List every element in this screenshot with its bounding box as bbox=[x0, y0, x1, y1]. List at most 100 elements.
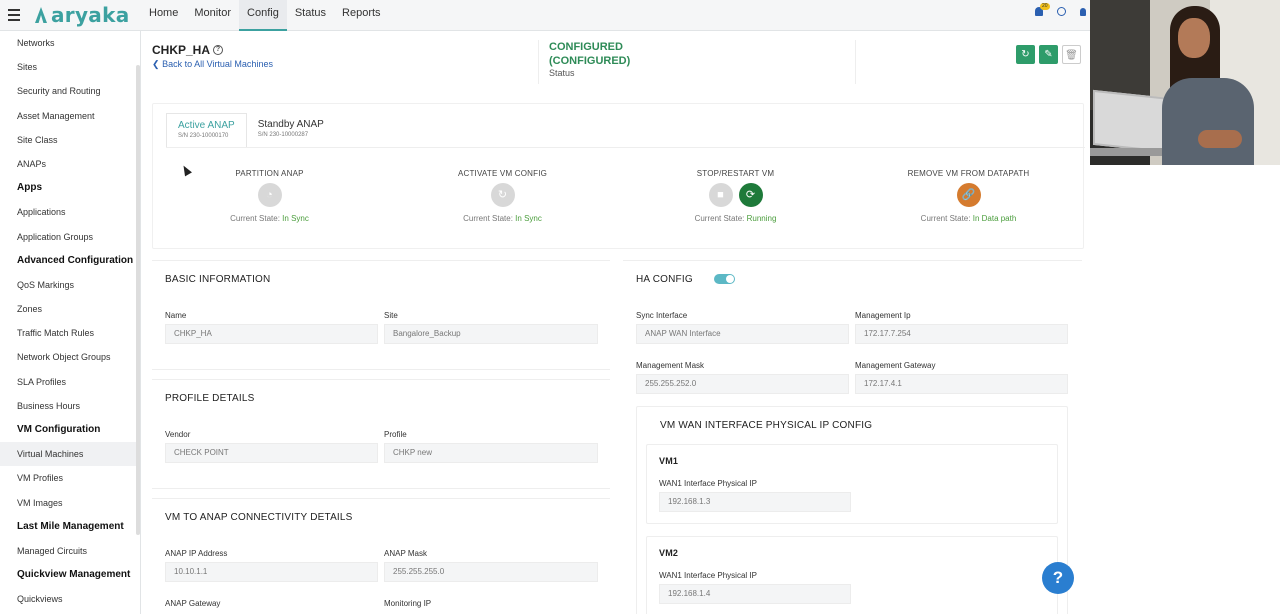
operations-row: PARTITION ANAP ◔ Current State: In Sync … bbox=[153, 169, 1085, 223]
stop-icon[interactable]: ■ bbox=[708, 183, 733, 207]
sync-interface-field[interactable]: ANAP WAN Interface bbox=[636, 324, 849, 344]
tab-standby-anap-label: Standby ANAP bbox=[257, 119, 324, 130]
state-prefix: Current State: bbox=[230, 214, 280, 223]
ha-config-title: HA CONFIG bbox=[636, 274, 693, 285]
anap-gateway-label: ANAP Gateway bbox=[165, 599, 221, 608]
tab-active-anap-label: Active ANAP bbox=[178, 120, 235, 131]
tab-standby-anap-serial: S/N 230-10000287 bbox=[257, 132, 309, 138]
sidebar-item-traffic-match-rules[interactable]: Traffic Match Rules bbox=[0, 321, 140, 345]
sidebar-item-zones[interactable]: Zones bbox=[0, 297, 140, 321]
op-activate-state: Current State: In Sync bbox=[386, 214, 619, 223]
sync-icon[interactable]: ↻ bbox=[490, 183, 515, 207]
sidebar-item-vm-images[interactable]: VM Images bbox=[0, 491, 140, 515]
state-value: In Sync bbox=[515, 214, 542, 223]
sidebar-item-networks[interactable]: Networks bbox=[0, 31, 140, 55]
sidebar-item-application-groups[interactable]: Application Groups bbox=[0, 225, 140, 249]
delete-button[interactable]: 🗑 bbox=[1062, 45, 1081, 64]
aryaka-logo[interactable]: aryaka bbox=[35, 3, 130, 27]
name-field[interactable]: CHKP_HA bbox=[165, 324, 378, 344]
sidebar-item-asset-management[interactable]: Asset Management bbox=[0, 104, 140, 128]
sidebar-item-sites[interactable]: Sites bbox=[0, 55, 140, 79]
tab-active-anap[interactable]: Active ANAP S/N 230-10000170 bbox=[166, 113, 247, 147]
sidebar-item-anaps[interactable]: ANAPs bbox=[0, 152, 140, 176]
sidebar-item-quickviews[interactable]: Quickviews bbox=[0, 587, 140, 611]
restart-icon[interactable]: ⟳ bbox=[738, 183, 763, 207]
op-stop-restart-label: STOP/RESTART VM bbox=[696, 169, 775, 178]
ha-config-toggle[interactable] bbox=[714, 274, 735, 284]
sidebar-item-business-hours[interactable]: Business Hours bbox=[0, 394, 140, 418]
nav-home[interactable]: Home bbox=[141, 0, 186, 31]
management-ip-field[interactable]: 172.17.7.254 bbox=[855, 324, 1068, 344]
refresh-button[interactable]: ↻ bbox=[1016, 45, 1035, 64]
sidebar-category-quickview-management[interactable]: Quickview Management bbox=[0, 563, 140, 587]
sync-interface-label: Sync Interface bbox=[636, 311, 688, 320]
help-circle-button[interactable] bbox=[1057, 7, 1066, 16]
op-remove-label: REMOVE VM FROM DATAPATH bbox=[907, 169, 1030, 178]
sidebar-item-sla-profiles[interactable]: SLA Profiles bbox=[0, 370, 140, 394]
partition-icon[interactable]: ◔ bbox=[257, 183, 282, 207]
tab-divider bbox=[166, 147, 1085, 148]
basic-information-panel: BASIC INFORMATION Name CHKP_HA Site Bang… bbox=[152, 260, 610, 370]
help-fab-button[interactable]: ? bbox=[1042, 562, 1074, 594]
nav-status[interactable]: Status bbox=[287, 0, 334, 31]
info-icon[interactable]: ? bbox=[213, 45, 224, 55]
anap-tabs: Active ANAP S/N 230-10000170 Standby ANA… bbox=[166, 113, 335, 147]
connectivity-title: VM TO ANAP CONNECTIVITY DETAILS bbox=[165, 512, 353, 523]
nav-reports[interactable]: Reports bbox=[334, 0, 389, 31]
profile-details-title: PROFILE DETAILS bbox=[165, 393, 255, 404]
op-remove-vm-datapath: REMOVE VM FROM DATAPATH 🔗 Current State:… bbox=[852, 169, 1085, 223]
link-icon[interactable]: 🔗 bbox=[956, 183, 981, 207]
webcam-overlay bbox=[1090, 0, 1280, 165]
site-field[interactable]: Bangalore_Backup bbox=[384, 324, 598, 344]
vm2-wan1-field[interactable]: 192.168.1.4 bbox=[659, 584, 851, 604]
sidebar-item-applications[interactable]: Applications bbox=[0, 200, 140, 224]
anap-mask-label: ANAP Mask bbox=[384, 549, 427, 558]
sidebar-category-last-mile-management[interactable]: Last Mile Management bbox=[0, 515, 140, 539]
right-margin bbox=[1090, 165, 1280, 614]
edit-button[interactable]: ✎ bbox=[1039, 45, 1058, 64]
top-bar: aryaka Home Monitor Config Status Report… bbox=[0, 0, 1090, 31]
management-gateway-field[interactable]: 172.17.4.1 bbox=[855, 374, 1068, 394]
page-title: CHKP_HA ? bbox=[152, 43, 224, 57]
management-gateway-label: Management Gateway bbox=[855, 361, 936, 370]
sidebar-category-advanced-configuration[interactable]: Advanced Configuration bbox=[0, 249, 140, 273]
sidebar-item-site-class[interactable]: Site Class bbox=[0, 128, 140, 152]
profile-field[interactable]: CHKP new bbox=[384, 443, 598, 463]
state-value: Running bbox=[746, 214, 777, 223]
sidebar-scrollbar[interactable] bbox=[136, 65, 140, 535]
sidebar-item-qos-markings[interactable]: QoS Markings bbox=[0, 273, 140, 297]
vm1-title: VM1 bbox=[659, 456, 679, 466]
presenter-body bbox=[1162, 78, 1254, 165]
nav-monitor[interactable]: Monitor bbox=[186, 0, 239, 31]
anap-mask-field[interactable]: 255.255.255.0 bbox=[384, 562, 598, 582]
vendor-field[interactable]: CHECK POINT bbox=[165, 443, 378, 463]
sidebar: Networks Sites Security and Routing Asse… bbox=[0, 31, 141, 614]
laptop-shape bbox=[1093, 89, 1171, 154]
anap-ip-label: ANAP IP Address bbox=[165, 549, 228, 558]
management-mask-field[interactable]: 255.255.252.0 bbox=[636, 374, 849, 394]
tab-standby-anap[interactable]: Standby ANAP S/N 230-10000287 bbox=[247, 113, 335, 147]
vm2-card: VM2 WAN1 Interface Physical IP 192.168.1… bbox=[646, 536, 1058, 614]
vm1-wan1-field[interactable]: 192.168.1.3 bbox=[659, 492, 851, 512]
sidebar-list: Networks Sites Security and Routing Asse… bbox=[0, 31, 140, 612]
refresh-icon: ↻ bbox=[1021, 49, 1030, 60]
back-link[interactable]: ❮ Back to All Virtual Machines bbox=[152, 59, 273, 70]
nav-config[interactable]: Config bbox=[239, 0, 287, 31]
user-button[interactable] bbox=[1080, 7, 1086, 16]
app-window: aryaka Home Monitor Config Status Report… bbox=[0, 0, 1090, 614]
sidebar-category-apps[interactable]: Apps bbox=[0, 176, 140, 200]
sidebar-item-security-routing[interactable]: Security and Routing bbox=[0, 79, 140, 103]
menu-icon[interactable] bbox=[8, 9, 20, 21]
notifications-button[interactable]: 20 bbox=[1035, 3, 1050, 16]
vendor-label: Vendor bbox=[165, 430, 191, 439]
sidebar-item-managed-circuits[interactable]: Managed Circuits bbox=[0, 539, 140, 563]
op-activate-vm-config: ACTIVATE VM CONFIG ↻ Current State: In S… bbox=[386, 169, 619, 223]
sidebar-item-network-object-groups[interactable]: Network Object Groups bbox=[0, 345, 140, 369]
vm1-card: VM1 WAN1 Interface Physical IP 192.168.1… bbox=[646, 444, 1058, 524]
vm2-title: VM2 bbox=[659, 548, 679, 558]
sidebar-item-vm-profiles[interactable]: VM Profiles bbox=[0, 466, 140, 490]
anap-ip-field[interactable]: 10.10.1.1 bbox=[165, 562, 378, 582]
sidebar-category-vm-configuration[interactable]: VM Configuration bbox=[0, 418, 140, 442]
op-activate-label: ACTIVATE VM CONFIG bbox=[457, 169, 548, 178]
sidebar-item-virtual-machines[interactable]: Virtual Machines bbox=[0, 442, 140, 467]
